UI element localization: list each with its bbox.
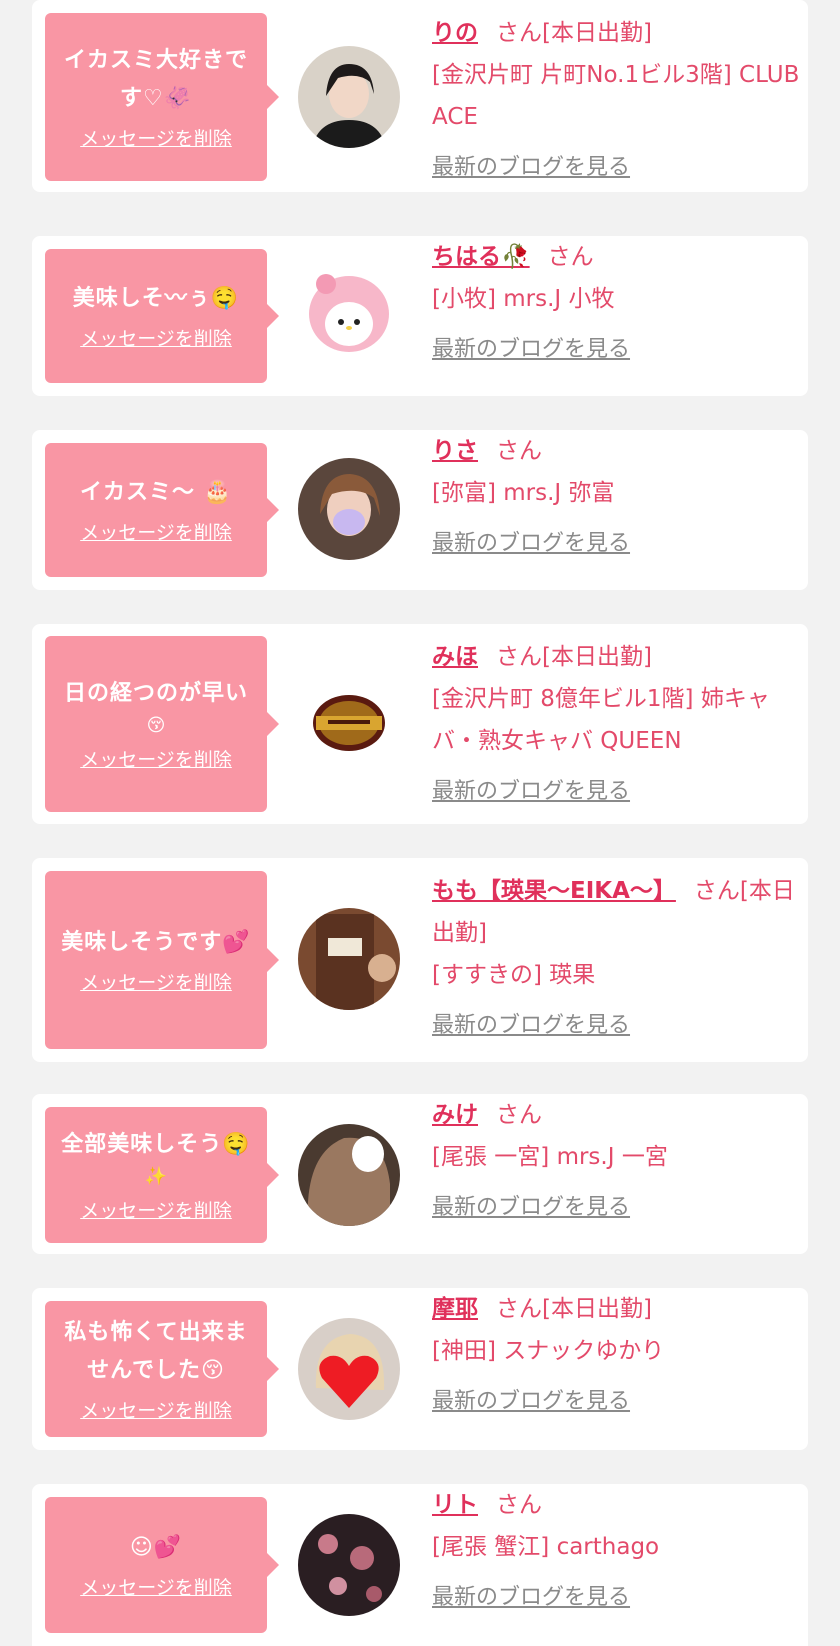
cast-info: みほ さん[本日出勤] [金沢片町 8億年ビル1階] 姉キャバ・熟女キャバ QUE…: [432, 636, 804, 812]
message-text: ☺💕: [129, 1535, 183, 1560]
attendance-status: [本日出勤]: [542, 644, 652, 670]
latest-blog-link[interactable]: 最新のブログを見る: [432, 330, 804, 370]
avatar[interactable]: [298, 46, 400, 148]
message-bubble: 美味しそ〰ぅ🤤 メッセージを削除: [45, 249, 279, 383]
message-bubble: ☺💕 メッセージを削除: [45, 1497, 279, 1633]
cast-info: みけ さん [尾張 一宮] mrs.J 一宮 最新のブログを見る: [432, 1094, 804, 1228]
attendance-status: [本日出勤]: [542, 20, 652, 46]
cast-info: ちはる🥀 さん [小牧] mrs.J 小牧 最新のブログを見る: [432, 236, 804, 370]
cast-name-link[interactable]: ちはる🥀: [432, 244, 530, 270]
honorific: さん: [496, 644, 542, 670]
cast-info: りさ さん [弥富] mrs.J 弥富 最新のブログを見る: [432, 430, 804, 564]
door-photo-icon: [298, 908, 400, 1010]
queen-logo-icon: [298, 672, 400, 774]
shop-info: [尾張 一宮] mrs.J 一宮: [432, 1144, 668, 1170]
woman-portrait-icon: [298, 458, 400, 560]
delete-message-link[interactable]: メッセージを削除: [80, 126, 232, 152]
delete-message-link[interactable]: メッセージを削除: [80, 1398, 232, 1424]
latest-blog-link[interactable]: 最新のブログを見る: [432, 772, 804, 812]
shop-info: [小牧] mrs.J 小牧: [432, 286, 615, 312]
delete-message-link[interactable]: メッセージを削除: [80, 520, 232, 546]
message-text: イカスミ〜 🎂: [79, 480, 233, 505]
honorific: さん: [693, 878, 740, 904]
message-text: 私も怖くて出来ませんでした😚: [64, 1320, 248, 1383]
latest-blog-link[interactable]: 最新のブログを見る: [432, 1006, 804, 1046]
message-emoji: 😚: [146, 715, 166, 736]
shop-info: [尾張 蟹江] carthago: [432, 1534, 660, 1560]
cast-name-link[interactable]: もも【瑛果〜EIKA〜】: [432, 878, 676, 904]
woman-portrait-icon: [298, 46, 400, 148]
avatar[interactable]: [298, 264, 400, 366]
message-text: 美味しそうです💕: [61, 930, 251, 955]
message-bubble: イカスミ〜 🎂 メッセージを削除: [45, 443, 279, 577]
cast-info: もも【瑛果〜EIKA〜】 さん[本日出勤] [すすきの] 瑛果 最新のブログを見る: [432, 870, 804, 1046]
message-bubble: 美味しそうです💕 メッセージを削除: [45, 871, 279, 1049]
list-item: イカスミ大好きです♡🦑 メッセージを削除 りの さん[本日出勤] [金沢片町 片町…: [32, 0, 808, 192]
cast-name-link[interactable]: 摩耶: [432, 1296, 478, 1322]
avatar[interactable]: [298, 672, 400, 774]
list-item: 美味しそうです💕 メッセージを削除 もも【瑛果〜EIKA〜】 さん[本日出勤] […: [32, 858, 808, 1062]
latest-blog-link[interactable]: 最新のブログを見る: [432, 524, 804, 564]
cast-info: リト さん [尾張 蟹江] carthago 最新のブログを見る: [432, 1484, 804, 1618]
latest-blog-link[interactable]: 最新のブログを見る: [432, 1578, 804, 1618]
list-item: イカスミ〜 🎂 メッセージを削除 りさ さん [弥富] mrs.J 弥富 最新のブ…: [32, 430, 808, 590]
message-text: 日の経つのが早い: [63, 681, 248, 706]
cast-name-link[interactable]: みけ: [432, 1102, 478, 1128]
delete-message-link[interactable]: メッセージを削除: [80, 1575, 232, 1601]
delete-message-link[interactable]: メッセージを削除: [80, 970, 232, 996]
avatar[interactable]: [298, 458, 400, 560]
message-bubble: 私も怖くて出来ませんでした😚 メッセージを削除: [45, 1301, 279, 1437]
message-text: 全部美味しそう🤤: [61, 1132, 251, 1157]
message-bubble: 全部美味しそう🤤 ✨ メッセージを削除: [45, 1107, 279, 1243]
honorific: さん: [496, 1296, 542, 1322]
delete-message-link[interactable]: メッセージを削除: [80, 1198, 232, 1224]
cast-name-link[interactable]: リト: [432, 1492, 478, 1518]
message-text: 美味しそ〰ぅ🤤: [72, 286, 240, 311]
honorific: さん: [496, 1102, 542, 1128]
shop-info: [すすきの] 瑛果: [432, 962, 596, 988]
list-item: 私も怖くて出来ませんでした😚 メッセージを削除 摩耶 さん[本日出勤] [神田] …: [32, 1288, 808, 1450]
shop-info: [弥富] mrs.J 弥富: [432, 480, 615, 506]
latest-blog-link[interactable]: 最新のブログを見る: [432, 1382, 804, 1422]
message-list: イカスミ大好きです♡🦑 メッセージを削除 りの さん[本日出勤] [金沢片町 片町…: [0, 0, 840, 1646]
delete-message-link[interactable]: メッセージを削除: [80, 747, 232, 773]
message-emoji: ✨: [144, 1166, 168, 1187]
floral-photo-icon: [298, 1514, 400, 1616]
message-bubble: 日の経つのが早い 😚 メッセージを削除: [45, 636, 279, 812]
cast-info: りの さん[本日出勤] [金沢片町 片町No.1ビル3階] CLUB ACE 最新…: [432, 12, 804, 188]
avatar[interactable]: [298, 908, 400, 1010]
cast-name-link[interactable]: みほ: [432, 644, 478, 670]
attendance-status: [本日出勤]: [542, 1296, 652, 1322]
message-bubble: イカスミ大好きです♡🦑 メッセージを削除: [45, 13, 279, 181]
message-text: イカスミ大好きです♡🦑: [63, 48, 248, 111]
plush-toy-icon: [298, 264, 400, 366]
list-item: ☺💕 メッセージを削除 リト さん [尾張 蟹江] carthago 最新のブログ…: [32, 1484, 808, 1646]
list-item: 日の経つのが早い 😚 メッセージを削除 みほ さん[本日出勤] [金沢片町 8億年…: [32, 624, 808, 824]
latest-blog-link[interactable]: 最新のブログを見る: [432, 1188, 804, 1228]
honorific: さん: [496, 20, 542, 46]
cast-name-link[interactable]: りさ: [432, 438, 478, 464]
cast-info: 摩耶 さん[本日出勤] [神田] スナックゆかり 最新のブログを見る: [432, 1288, 804, 1422]
shop-info: [金沢片町 8億年ビル1階] 姉キャバ・熟女キャバ QUEEN: [432, 686, 770, 754]
avatar[interactable]: [298, 1124, 400, 1226]
woman-portrait-icon: [298, 1124, 400, 1226]
avatar[interactable]: [298, 1318, 400, 1420]
list-item: 全部美味しそう🤤 ✨ メッセージを削除 みけ さん [尾張 一宮] mrs.J 一…: [32, 1094, 808, 1254]
honorific: さん: [547, 244, 594, 270]
shop-info: [金沢片町 片町No.1ビル3階] CLUB ACE: [432, 62, 800, 130]
latest-blog-link[interactable]: 最新のブログを見る: [432, 148, 804, 188]
list-item: 美味しそ〰ぅ🤤 メッセージを削除 ちはる🥀 さん [小牧] mrs.J 小牧 最新…: [32, 236, 808, 396]
shop-info: [神田] スナックゆかり: [432, 1338, 665, 1364]
avatar[interactable]: [298, 1514, 400, 1616]
heart-covered-portrait-icon: [298, 1318, 400, 1420]
delete-message-link[interactable]: メッセージを削除: [80, 326, 232, 352]
honorific: さん: [496, 438, 542, 464]
honorific: さん: [496, 1492, 542, 1518]
cast-name-link[interactable]: りの: [432, 20, 478, 46]
